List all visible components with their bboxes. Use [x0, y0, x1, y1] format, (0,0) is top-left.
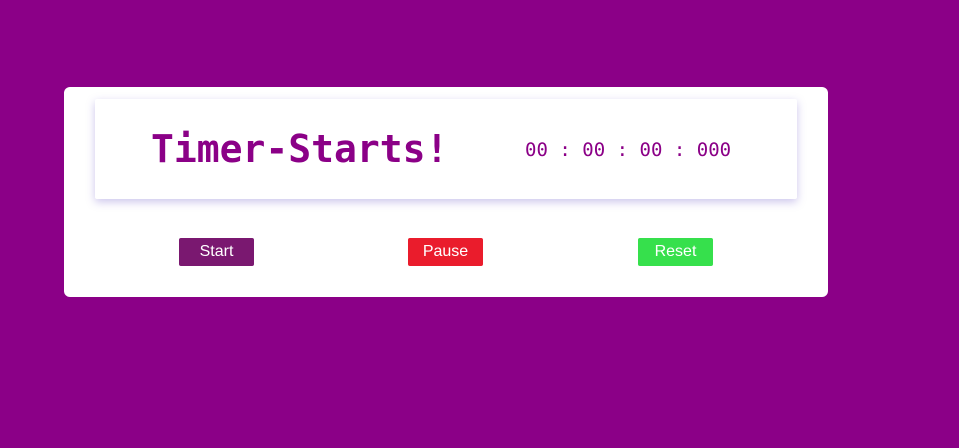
start-button[interactable]: Start — [179, 238, 254, 266]
timer-clock: 00 : 00 : 00 : 000 — [525, 138, 731, 162]
clock-separator: : — [616, 139, 629, 161]
timer-card: Timer-Starts! 00 : 00 : 00 : 000 Start P… — [64, 87, 828, 297]
timer-display-panel: Timer-Starts! 00 : 00 : 00 : 000 — [95, 99, 797, 199]
clock-minutes: 00 — [582, 139, 606, 161]
clock-milliseconds: 000 — [696, 139, 732, 161]
clock-seconds: 00 — [639, 139, 663, 161]
reset-button[interactable]: Reset — [638, 238, 713, 266]
clock-separator: : — [559, 139, 571, 161]
clock-hours: 00 — [525, 139, 548, 161]
timer-title: Timer-Starts! — [151, 127, 449, 171]
clock-separator: : — [673, 139, 686, 161]
pause-button[interactable]: Pause — [408, 238, 483, 266]
